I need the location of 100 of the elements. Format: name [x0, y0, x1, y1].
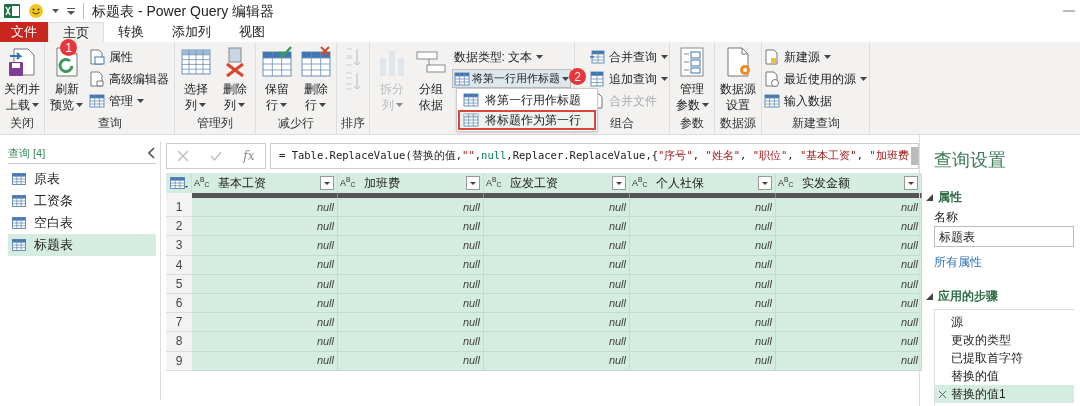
step-item[interactable]: 源	[935, 313, 1074, 331]
caret-icon	[561, 76, 569, 81]
document-icon	[764, 48, 780, 65]
table-cell: null	[338, 217, 484, 237]
caret-icon	[536, 54, 544, 59]
ribbon-tab[interactable]: 文件	[0, 22, 48, 42]
table-cell: null	[630, 313, 776, 333]
ribbon-button[interactable]: 将第一行用作标题	[451, 69, 571, 88]
table-icon	[89, 92, 105, 109]
query-item[interactable]: 空白表	[8, 211, 156, 234]
table-cell: null	[630, 332, 776, 352]
ribbon-button[interactable]: 选择 列	[177, 46, 214, 113]
filter-dropdown-icon[interactable]	[466, 176, 480, 190]
table-cell: null	[776, 236, 922, 256]
table-cell: null	[484, 255, 630, 275]
name-label: 名称	[934, 209, 959, 226]
query-item[interactable]: 原表	[8, 167, 156, 190]
collapse-triangle-icon[interactable]	[926, 292, 933, 300]
smiley-icon[interactable]	[28, 3, 44, 19]
check-icon[interactable]	[210, 151, 223, 161]
customize-toolbar-icon[interactable]	[67, 7, 75, 15]
filter-dropdown-icon[interactable]	[758, 176, 772, 190]
delete-icon[interactable]	[938, 389, 947, 399]
caret-icon	[137, 98, 144, 103]
ribbon-button[interactable]: 数据类型: 文本	[451, 47, 571, 66]
column-header: 基本工资	[218, 175, 267, 192]
merge-queries-icon	[589, 48, 605, 65]
collapse-icon[interactable]	[148, 147, 156, 160]
caret-icon	[661, 76, 668, 81]
group-label: 参数	[680, 116, 704, 130]
ribbon-button[interactable]: 高级编辑器	[87, 69, 171, 88]
filter-dropdown-icon[interactable]	[612, 176, 626, 190]
menu-item[interactable]: 将标题作为第一行	[458, 110, 596, 130]
table-cell: null	[776, 217, 922, 237]
table-icon	[764, 92, 780, 109]
caret-icon	[701, 103, 709, 107]
ribbon-button[interactable]: 管理 参数	[673, 46, 711, 113]
name-field[interactable]: 标题表	[934, 226, 1074, 247]
ribbon-button[interactable]: 合并查询	[587, 47, 670, 66]
step-item[interactable]: 已提取首字符	[935, 349, 1074, 367]
table-icon	[12, 238, 26, 251]
group-label: 新建查询	[791, 116, 840, 130]
table-cell: null	[338, 313, 484, 333]
table-cell: null	[776, 198, 922, 218]
filter-dropdown-icon[interactable]	[320, 176, 334, 190]
ribbon-button[interactable]: 关闭并 上载	[3, 46, 41, 113]
ribbon-button[interactable]: 删除 列	[216, 46, 253, 113]
step-item[interactable]: 更改的类型	[935, 331, 1074, 349]
query-item[interactable]: 标题表	[8, 233, 156, 256]
step-item[interactable]: 替换的值1	[935, 385, 1074, 403]
table-icon	[179, 46, 212, 78]
table-cell: null	[338, 332, 484, 352]
caret-icon	[860, 76, 867, 81]
document-icon	[89, 70, 105, 87]
group-label: 减少行	[278, 116, 314, 130]
table-cell: null	[192, 217, 338, 237]
ribbon-button[interactable]: 保留 行	[258, 46, 295, 113]
table-cell: null	[192, 313, 338, 333]
menu-item[interactable]: 将第一行用作标题	[458, 90, 596, 110]
panel-title: 查询设置	[934, 149, 1007, 172]
table-cell: null	[630, 198, 776, 218]
function-button[interactable]: fx	[243, 147, 255, 165]
table-cell: null	[484, 332, 630, 352]
ribbon-button[interactable]: 删除 行	[297, 46, 334, 113]
table-cell: null	[630, 236, 776, 256]
table-cell: null	[630, 217, 776, 237]
window-title: 标题表 - Power Query 编辑器	[92, 1, 275, 21]
ribbon-button[interactable]: 管理	[87, 91, 171, 110]
table-cell: null	[484, 236, 630, 256]
table-menu-icon[interactable]	[169, 177, 188, 189]
table-cell: null	[192, 332, 338, 352]
group-label: 排序	[341, 116, 365, 130]
ribbon-button[interactable]: 输入数据	[762, 91, 869, 110]
all-properties-link[interactable]: 所有属性	[934, 253, 1080, 271]
table-cell: null	[630, 255, 776, 275]
ribbon-button[interactable]: 属性	[87, 47, 171, 66]
table-cell: null	[776, 332, 922, 352]
group-label: 组合	[610, 116, 634, 130]
collapse-triangle-icon[interactable]	[926, 193, 933, 201]
group-label: 数据源	[720, 116, 756, 130]
caret-icon[interactable]	[52, 9, 59, 13]
query-item[interactable]: 工资条	[8, 189, 156, 212]
ribbon-button[interactable]: 追加查询	[587, 69, 670, 88]
ribbon-button[interactable]: 最近使用的源	[762, 69, 869, 88]
ribbon-button[interactable]: 分组 依据	[412, 46, 450, 113]
ribbon-tab[interactable]: 主页	[48, 22, 104, 42]
group-label: 关闭	[10, 116, 34, 130]
table-cell: null	[776, 351, 922, 371]
filter-dropdown-icon[interactable]	[904, 176, 918, 190]
ribbon-button[interactable]: 数据源 设置	[719, 46, 757, 113]
excel-icon[interactable]	[4, 3, 20, 19]
caret-icon	[824, 54, 831, 59]
formula-field[interactable]: = Table.ReplaceValue(替换的值,"",null,Replacer.ReplaceValue,{"序号", "姓名", "职位", "基本工资", "加班费	[270, 143, 919, 169]
ribbon-button[interactable]: 新建源	[762, 47, 869, 66]
remove-rows-icon	[299, 46, 332, 78]
queries-header: 查询 [4]	[8, 146, 46, 161]
table-cell: null	[630, 351, 776, 371]
step-item[interactable]: 替换的值	[935, 367, 1074, 385]
column-header: 加班费	[364, 175, 401, 192]
caret-icon	[395, 103, 403, 107]
